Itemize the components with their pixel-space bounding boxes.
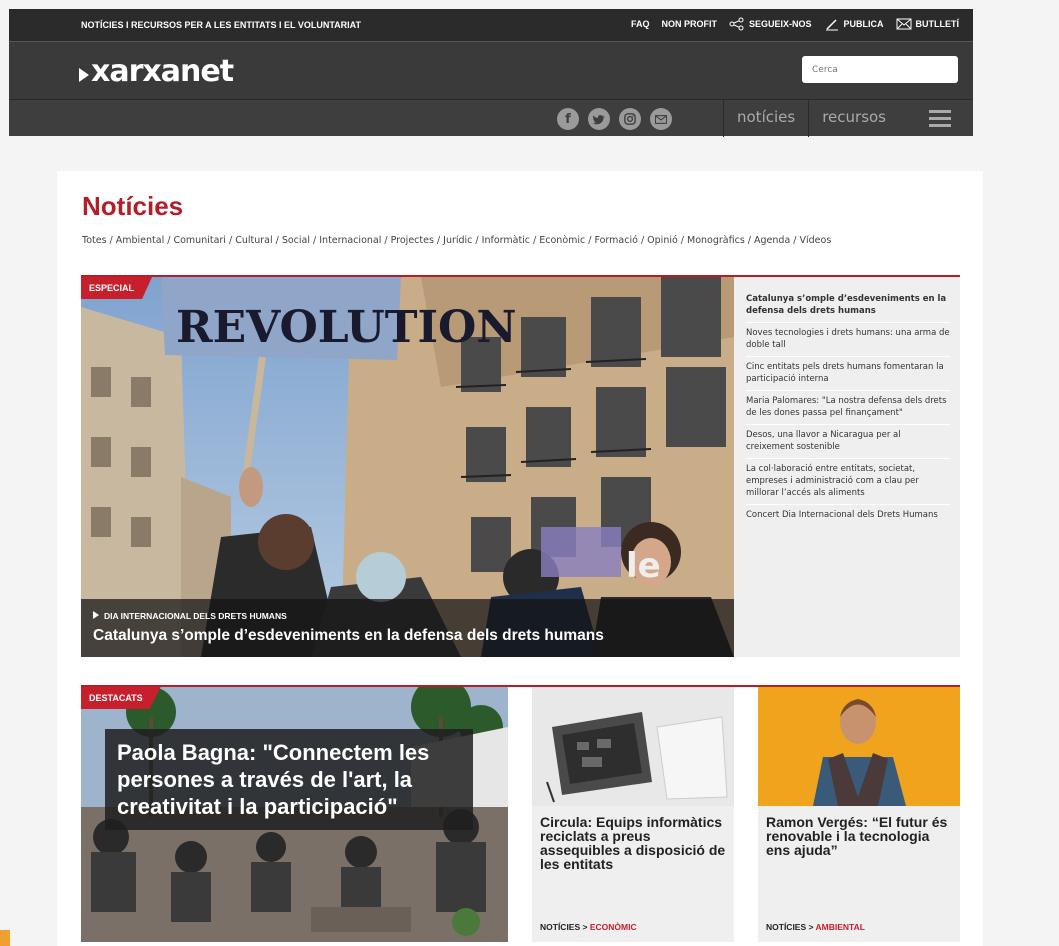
- page-title: Notícies: [82, 191, 184, 221]
- corner-accent: [0, 930, 10, 946]
- card-title[interactable]: Ramon Vergés: “El futur és renovable i l…: [766, 815, 956, 857]
- card-image: [532, 687, 734, 806]
- site-header: xarxanet: [9, 41, 973, 99]
- featured-caption[interactable]: DIA INTERNACIONAL DELS DRETS HUMANS Cata…: [81, 599, 734, 657]
- share-icon: [729, 17, 744, 31]
- highlight-card[interactable]: Ramon Vergés: “El futur és renovable i l…: [758, 687, 960, 942]
- card-meta: NOTÍCIES > AMBIENTAL: [766, 922, 865, 932]
- twitter-icon[interactable]: [588, 108, 610, 130]
- hamburger-menu-icon[interactable]: [929, 110, 951, 131]
- featured-kicker: DIA INTERNACIONAL DELS DRETS HUMANS: [93, 611, 287, 621]
- logo-text: xarxanet: [91, 54, 234, 89]
- card-category[interactable]: ECONÒMIC: [590, 922, 637, 932]
- envelope-icon: [896, 18, 911, 30]
- main-nav: f notícies recursos: [9, 99, 973, 137]
- featured-image[interactable]: REVOLUTION le ESPECIAL DIA INTERNACIONAL…: [81, 277, 734, 657]
- side-item[interactable]: La col·laboració entre entitats, societa…: [746, 459, 950, 505]
- sign-text: REVOLUTION: [176, 302, 517, 353]
- publish-link[interactable]: PUBLICA: [824, 17, 884, 31]
- card-image: [758, 687, 960, 806]
- newsletter-label: BUTLLETÍ: [915, 19, 960, 29]
- nav-resources[interactable]: recursos: [808, 100, 899, 137]
- highlights-tag[interactable]: DESTACATS: [81, 687, 161, 709]
- facebook-icon[interactable]: f: [557, 108, 579, 130]
- special-tag[interactable]: ESPECIAL: [81, 277, 153, 299]
- side-item[interactable]: Desos, una llavor a Nicaragua per al cre…: [746, 425, 950, 459]
- category-filter[interactable]: Totes / Ambiental / Comunitari / Cultura…: [82, 235, 831, 246]
- instagram-icon[interactable]: [619, 108, 641, 130]
- play-triangle-icon: [93, 611, 99, 619]
- highlight-main-title[interactable]: Paola Bagna: "Connectem les persones a t…: [105, 729, 473, 830]
- card-title[interactable]: Circula: Equips informàtics reciclats a …: [540, 815, 730, 871]
- side-item[interactable]: Noves tecnologies i drets humans: una ar…: [746, 323, 950, 357]
- logo-triangle-icon: [79, 67, 89, 82]
- publish-label: PUBLICA: [843, 19, 884, 29]
- nav-links: notícies recursos: [723, 100, 899, 137]
- main-content: Notícies Totes / Ambiental / Comunitari …: [57, 171, 983, 946]
- faq-link[interactable]: FAQ: [631, 19, 650, 29]
- site-tagline: NOTÍCIES I RECURSOS PER A LES ENTITATS I…: [81, 20, 362, 30]
- nav-news[interactable]: notícies: [723, 100, 808, 137]
- laptop-photo: [532, 687, 734, 806]
- side-item[interactable]: Catalunya s’omple d’esdeveniments en la …: [746, 289, 950, 323]
- side-item[interactable]: Maria Palomares: "La nostra defensa dels…: [746, 391, 950, 425]
- newsletter-link[interactable]: BUTLLETÍ: [896, 17, 960, 31]
- featured-title[interactable]: Catalunya s’omple d’esdeveniments en la …: [93, 627, 604, 645]
- top-links: FAQ NON PROFIT SEGUEIX-NOS PUBLICA BUTLL…: [631, 17, 959, 31]
- pencil-icon: [825, 19, 838, 31]
- top-bar: NOTÍCIES I RECURSOS PER A LES ENTITATS I…: [9, 9, 973, 41]
- highlight-main-image[interactable]: DESTACATS Paola Bagna: "Connectem les pe…: [81, 687, 508, 942]
- portrait-photo: [758, 687, 960, 806]
- svg-text:le: le: [626, 546, 661, 586]
- side-item[interactable]: Concert Dia Internacional dels Drets Hum…: [746, 505, 950, 526]
- card-section[interactable]: NOTÍCIES: [766, 922, 806, 932]
- featured-side-list: Catalunya s’omple d’esdeveniments en la …: [734, 277, 960, 657]
- follow-label: SEGUEIX-NOS: [748, 19, 812, 29]
- follow-link[interactable]: SEGUEIX-NOS: [729, 17, 812, 31]
- mail-icon[interactable]: [650, 108, 672, 130]
- non-profit-link[interactable]: NON PROFIT: [661, 19, 717, 29]
- card-category[interactable]: AMBIENTAL: [816, 922, 865, 932]
- social-icons: f: [557, 108, 672, 130]
- card-meta: NOTÍCIES > ECONÒMIC: [540, 922, 637, 932]
- search-input[interactable]: [802, 56, 958, 83]
- card-section[interactable]: NOTÍCIES: [540, 922, 580, 932]
- side-item[interactable]: Cinc entitats pels drets humans fomentar…: [746, 357, 950, 391]
- site-logo[interactable]: xarxanet: [79, 54, 234, 89]
- highlight-card[interactable]: Circula: Equips informàtics reciclats a …: [532, 687, 734, 942]
